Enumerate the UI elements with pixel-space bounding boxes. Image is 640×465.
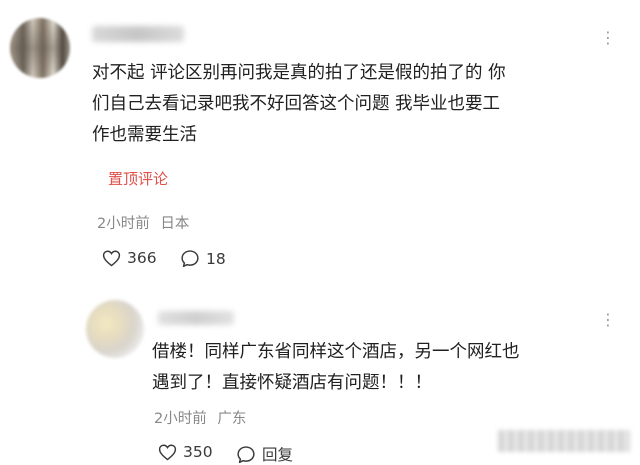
comment-time: 2小时前 bbox=[97, 216, 150, 232]
comment-line: 们自己去看记录吧我不好回答这个问题 我毕业也要工 bbox=[92, 94, 501, 114]
comment-location: 日本 bbox=[160, 216, 190, 232]
heart-icon bbox=[102, 249, 121, 267]
reply-button[interactable]: 回复 bbox=[236, 443, 293, 465]
reply-like-button[interactable]: 350 bbox=[158, 443, 213, 461]
username[interactable] bbox=[92, 26, 184, 42]
reply-line: 遇到了！直接怀疑酒店有问题！！！ bbox=[152, 373, 432, 393]
like-count: 366 bbox=[127, 249, 157, 267]
reply-count-button[interactable]: 18 bbox=[180, 249, 226, 268]
more-icon[interactable]: ⋮ bbox=[600, 28, 617, 47]
comment-line: 对不起 评论区别再问我是真的拍了还是假的拍了的 你 bbox=[92, 63, 506, 83]
reply-count: 18 bbox=[206, 249, 226, 268]
comment-icon bbox=[180, 249, 200, 268]
more-icon[interactable]: ⋮ bbox=[600, 310, 617, 329]
reply-time: 2小时前 bbox=[154, 411, 207, 427]
reply-text: 借楼！同样广东省同样这个酒店，另一个网红也 遇到了！直接怀疑酒店有问题！！！ bbox=[152, 337, 622, 399]
like-button[interactable]: 366 bbox=[102, 249, 157, 267]
reply-meta: 2小时前 广东 bbox=[154, 407, 246, 428]
pinned-comment-tag: 置顶评论 bbox=[108, 170, 169, 188]
avatar[interactable] bbox=[10, 18, 70, 78]
comment-line: 作也需要生活 bbox=[92, 125, 197, 145]
reply-line: 借楼！同样广东省同样这个酒店，另一个网红也 bbox=[152, 342, 520, 362]
reply-location: 广东 bbox=[217, 411, 247, 427]
heart-icon bbox=[158, 443, 177, 461]
reply-avatar[interactable] bbox=[86, 300, 144, 358]
comment-icon bbox=[236, 445, 256, 464]
reply-like-count: 350 bbox=[183, 443, 213, 461]
comment-text: 对不起 评论区别再问我是真的拍了还是假的拍了的 你 们自己去看记录吧我不好回答这… bbox=[92, 58, 632, 151]
watermark bbox=[498, 430, 630, 452]
reply-username[interactable] bbox=[158, 311, 234, 325]
comment-meta: 2小时前 日本 bbox=[97, 212, 189, 233]
reply-label: 回复 bbox=[262, 446, 294, 464]
